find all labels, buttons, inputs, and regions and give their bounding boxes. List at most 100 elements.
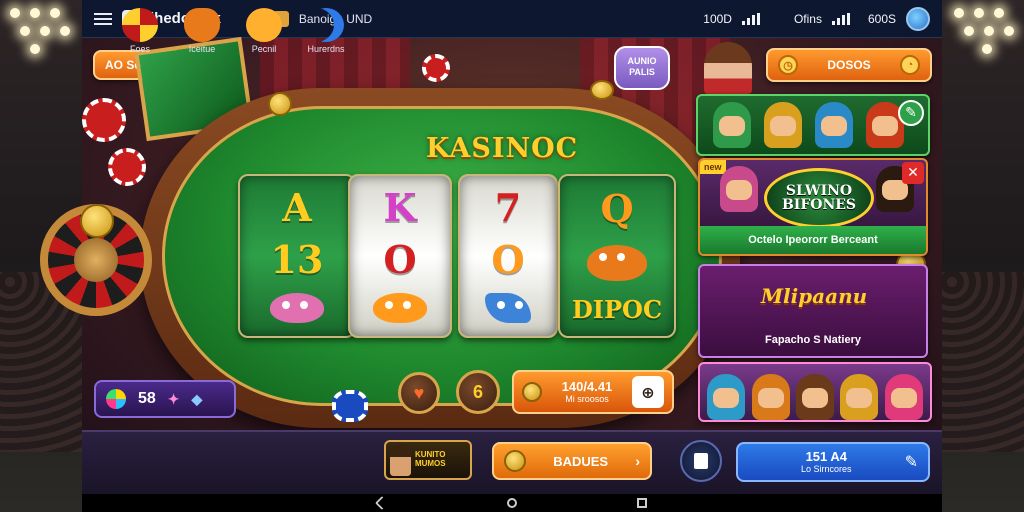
account-button-value: 151 A4 (805, 448, 848, 464)
fish-icon (485, 293, 531, 323)
right-arena-backdrop (942, 0, 1024, 512)
pig-critter-icon (270, 293, 324, 323)
featured-game-logo: SLWINO BIFONES (764, 168, 874, 228)
hostess-avatar (704, 42, 752, 94)
status-value-left: 100D (703, 11, 732, 26)
character-avatar (884, 374, 923, 420)
fox-critter-icon (587, 244, 647, 281)
status-value-center: Ofins (793, 11, 822, 26)
clipboard-icon (694, 453, 708, 469)
speech-bubble: AUNIO PALIS (614, 46, 670, 90)
account-button-subtitle: Lo Sirncores (801, 464, 852, 475)
cat-icon (246, 8, 282, 42)
slot-game-logo: Mlipaanu (760, 284, 868, 308)
reel-symbol: DIPOC (571, 294, 663, 324)
promo-tile[interactable]: KUNITO MUMOS (384, 440, 472, 480)
home-icon[interactable] (507, 498, 517, 508)
system-nav-bar (82, 494, 942, 512)
character-panel-bottom[interactable] (698, 362, 932, 422)
badges-button-label: BADUES (553, 453, 609, 469)
signal-icon (831, 12, 850, 25)
nav-item-label: Foes (129, 44, 150, 54)
reel-symbol: A (282, 185, 312, 230)
fox-icon (184, 8, 220, 42)
table-button-2-label: 6 (472, 381, 483, 402)
diamond-icon: ◆ (191, 390, 203, 407)
bet-button[interactable]: 140/4.41 Mi sroosos ⊕ (512, 370, 674, 414)
gold-coin-icon (80, 204, 114, 238)
slot-game-caption: Fapacho S Natiery (765, 334, 861, 346)
gem-count: 58 (138, 390, 156, 407)
nav-item-cat[interactable]: Pecnil (234, 8, 294, 54)
slot-reel-3: 7 O (458, 174, 558, 338)
top-right-pill[interactable]: ◷ DOSOS ◔ (766, 48, 932, 82)
top-right-pill-label: DOSOS (827, 58, 871, 72)
bird-icon: ✦ (167, 390, 180, 407)
character-avatar (814, 102, 853, 148)
slot-reel-1: A 13 (238, 174, 356, 338)
character-avatar (390, 444, 411, 476)
heart-icon: ♥ (413, 382, 425, 403)
inbox-button[interactable] (680, 440, 722, 482)
chip-stack-icon (332, 390, 368, 422)
signal-icon (741, 12, 760, 25)
nav-item-moon[interactable]: Hurerdns (296, 8, 356, 54)
roulette-icon (122, 8, 158, 42)
new-badge: new (700, 160, 726, 174)
character-avatar (840, 374, 879, 420)
status-value-right: 600S (867, 11, 896, 26)
gold-coin-icon (590, 80, 614, 100)
character-avatar (763, 102, 802, 148)
crab-critter-icon (373, 293, 427, 323)
featured-game-caption: Octelo Ipeororr Berceant (700, 226, 926, 254)
gem-counter[interactable]: 58 ✦ ◆ (94, 380, 236, 418)
coin-icon: ◷ (778, 55, 798, 75)
timer-icon: ◔ (900, 55, 920, 75)
reel-symbol: Q (600, 186, 634, 232)
gem-icon (106, 389, 126, 409)
coin-icon (522, 382, 542, 402)
chevron-right-icon: › (635, 453, 640, 469)
gold-coin-icon (268, 92, 292, 116)
featured-game-panel[interactable]: new SLWINO BIFONES ✕ Octelo Ipeororr Ber… (698, 158, 928, 256)
character-panel-top[interactable]: ✎ (696, 94, 930, 156)
character-avatar (712, 102, 751, 148)
promo-tile-text: KUNITO MUMOS (414, 450, 446, 468)
character-avatar (795, 374, 834, 420)
character-avatar (751, 374, 790, 420)
plus-icon: ⊕ (632, 376, 664, 408)
nav-item-label: Pecnil (251, 44, 277, 54)
close-icon[interactable]: ✕ (902, 162, 924, 184)
back-icon[interactable] (374, 495, 390, 511)
account-button[interactable]: 151 A4 Lo Sirncores ✎ (736, 442, 930, 482)
nav-item-pet[interactable]: Iceitue (172, 8, 232, 54)
poker-chip-icon (108, 148, 146, 186)
reel-symbol: O (383, 237, 417, 282)
pencil-icon: ✎ (904, 454, 918, 471)
slot-reel-4: Q DIPOC (558, 174, 676, 338)
bet-button-subtitle: Mi sroosos (565, 394, 609, 405)
slot-game-panel[interactable]: Mlipaanu Fapacho S Natiery (698, 264, 928, 358)
character-avatar (707, 374, 746, 420)
nav-item-label: Hurerdns (307, 44, 345, 54)
poker-chip-icon (422, 54, 450, 82)
coin-icon (504, 450, 526, 472)
globe-icon[interactable] (906, 6, 930, 31)
reel-symbol: O (491, 237, 525, 282)
badges-button[interactable]: BADUES › (492, 442, 652, 480)
table-title: KASINOC (426, 133, 579, 164)
bet-button-value: 140/4.41 (561, 378, 613, 394)
character-avatar (720, 166, 758, 212)
reel-symbol: K (383, 185, 417, 230)
nav-item-roulette[interactable]: Foes (110, 8, 170, 54)
slot-reel-2: K O (348, 174, 452, 338)
reel-symbol: 13 (270, 237, 324, 282)
table-button-2[interactable]: 6 (456, 370, 500, 414)
favorite-button[interactable]: ♥ (398, 372, 440, 414)
poker-chip-icon (82, 98, 126, 142)
recents-icon[interactable] (637, 498, 647, 508)
nav-item-label: Iceitue (188, 44, 216, 54)
reel-symbol: 7 (494, 185, 522, 230)
edit-icon[interactable]: ✎ (898, 100, 924, 126)
moon-icon (308, 8, 344, 42)
